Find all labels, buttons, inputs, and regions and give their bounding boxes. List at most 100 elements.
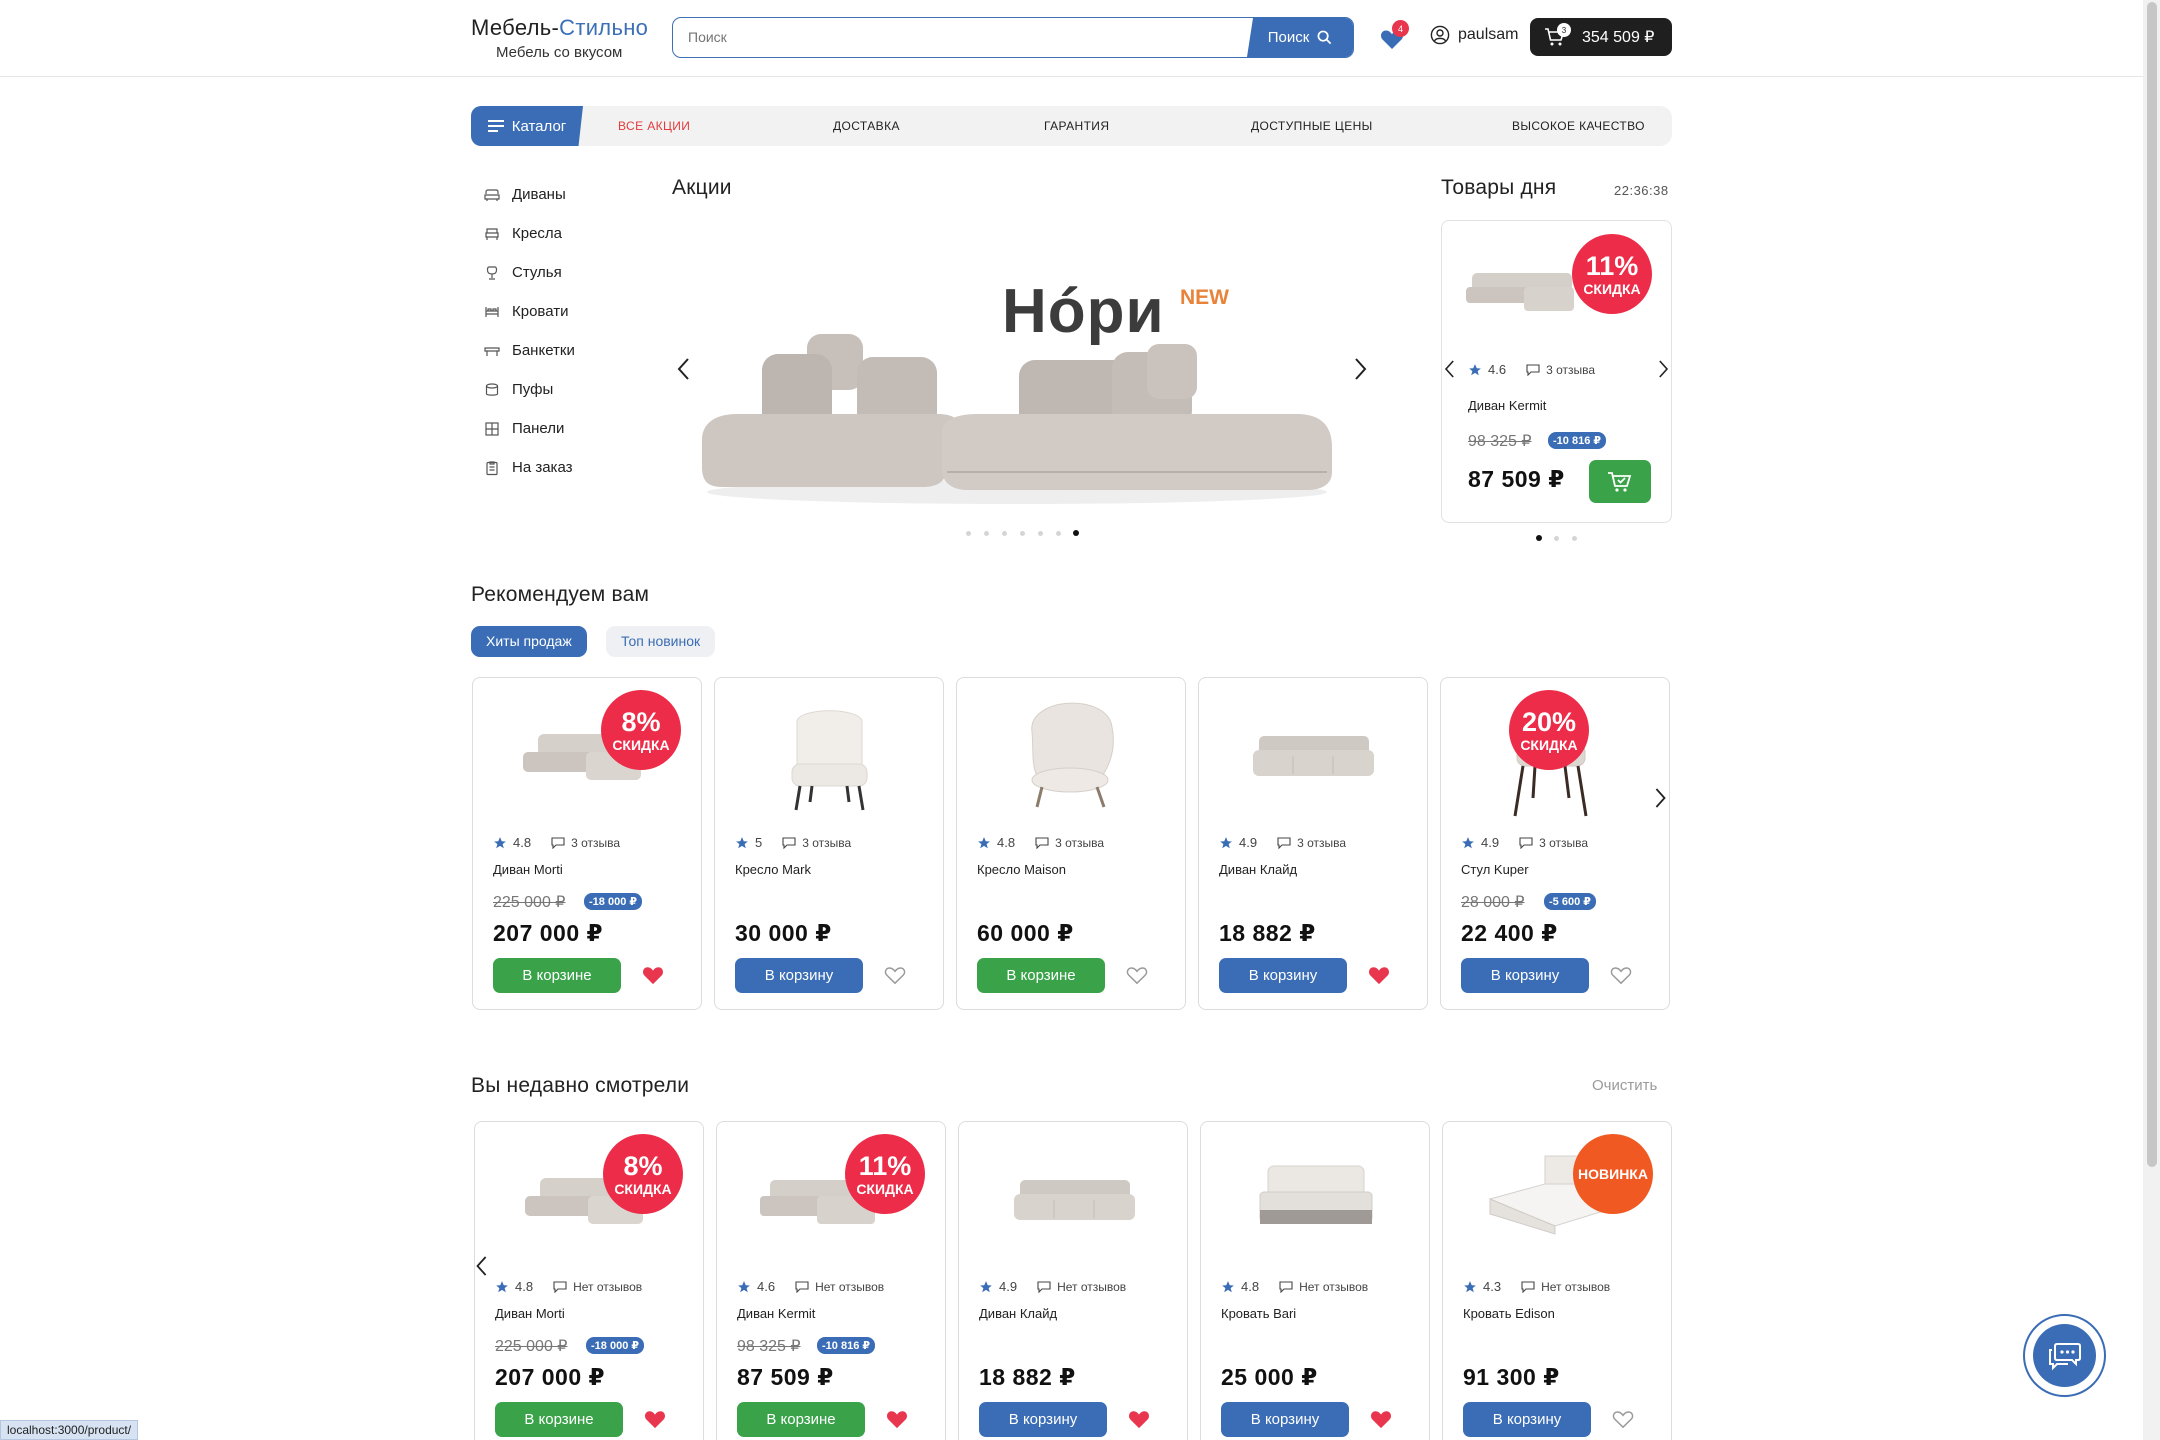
product-name[interactable]: Кресло Maison: [977, 862, 1066, 877]
product-name[interactable]: Диван Kermit: [737, 1306, 815, 1321]
add-to-cart-button[interactable]: В корзину: [735, 958, 863, 993]
add-to-cart-button[interactable]: В корзину: [1219, 958, 1347, 993]
product-card[interactable]: 4.9 3 отзыва Диван Клайд 18 882 ₽ В корзи…: [1198, 677, 1428, 1010]
add-to-cart-button[interactable]: В корзину: [1221, 1402, 1349, 1437]
favorites-button[interactable]: 4: [1380, 20, 1409, 50]
logo-accent-text: Стильно: [559, 15, 649, 40]
heart-filled-icon[interactable]: [886, 1409, 908, 1429]
product-name[interactable]: Кровать Edison: [1463, 1306, 1555, 1321]
nav-all-promos[interactable]: ВСЕ АКЦИИ: [618, 106, 690, 146]
nav-high-quality[interactable]: ВЫСОКОЕ КАЧЕСТВО: [1512, 106, 1645, 146]
carousel-dot[interactable]: [1002, 531, 1007, 536]
cart-count-badge: 3: [1557, 23, 1571, 37]
add-to-cart-button[interactable]: В корзину: [1463, 1402, 1591, 1437]
heart-filled-icon[interactable]: [644, 1409, 666, 1429]
chat-button[interactable]: [2023, 1314, 2106, 1397]
heart-filled-icon[interactable]: [1368, 965, 1390, 985]
sidebar-label: На заказ: [512, 459, 573, 476]
reviews-count: Нет отзывов: [1299, 1279, 1369, 1294]
product-card[interactable]: 5 3 отзыва Кресло Mark 30 000 ₽ В корзину: [714, 677, 944, 1010]
carousel-dot[interactable]: [1020, 531, 1025, 536]
scrollbar-thumb[interactable]: [2147, 2, 2157, 1167]
cart-button[interactable]: 3 354 509 ₽: [1530, 18, 1672, 56]
clear-history-link[interactable]: Очистить: [1592, 1077, 1657, 1094]
chevron-right-icon[interactable]: [1655, 358, 1671, 380]
product-name[interactable]: Диван Morti: [495, 1306, 565, 1321]
search-bar: Поиск: [672, 17, 1354, 58]
recent-title: Вы недавно смотрели: [471, 1074, 690, 1097]
chevron-left-icon[interactable]: [1442, 358, 1458, 380]
product-card[interactable]: НОВИНКА 4.3 Нет отзывов Кровать Edison 91…: [1442, 1121, 1672, 1440]
carousel-dot[interactable]: [1056, 531, 1061, 536]
day-product-card[interactable]: 11% СКИДКА 4.6 3 отзыва Диван Kermit 98 …: [1441, 220, 1672, 523]
product-name[interactable]: Кресло Mark: [735, 862, 811, 877]
heart-filled-icon[interactable]: [642, 965, 664, 985]
carousel-dot[interactable]: [1038, 531, 1043, 536]
discount-percent: 11%: [858, 1150, 912, 1181]
chevron-left-icon[interactable]: [674, 357, 694, 381]
add-to-cart-button[interactable]: В корзину: [979, 1402, 1107, 1437]
day-carousel-dot[interactable]: [1572, 536, 1577, 541]
product-name[interactable]: Диван Kermit: [1468, 398, 1546, 413]
add-to-cart-button[interactable]: [1589, 460, 1651, 503]
chevron-right-icon[interactable]: [1651, 786, 1669, 810]
heart-outline-icon[interactable]: [1610, 965, 1632, 985]
product-card[interactable]: 11% СКИДКА 4.6 Нет отзывов Диван Kermit 98…: [716, 1121, 946, 1440]
sidebar-item-sofas[interactable]: Диваны: [484, 186, 566, 203]
discount-percent: 8%: [621, 706, 661, 737]
chevron-right-icon[interactable]: [1350, 357, 1370, 381]
user-menu[interactable]: paulsam: [1430, 25, 1518, 45]
product-card[interactable]: 4.8 3 отзыва Кресло Maison 60 000 ₽ В кор…: [956, 677, 1186, 1010]
add-to-cart-button[interactable]: В корзину: [1461, 958, 1589, 993]
product-card[interactable]: 8% СКИДКА 4.8 Нет отзывов Диван Morti 225 …: [474, 1121, 704, 1440]
sidebar-item-benches[interactable]: Банкетки: [484, 342, 575, 359]
heart-outline-icon[interactable]: [1612, 1409, 1634, 1429]
heart-outline-icon[interactable]: [1126, 965, 1148, 985]
product-card[interactable]: 4.8 Нет отзывов Кровать Bari 25 000 ₽ В к…: [1200, 1121, 1430, 1440]
sidebar-item-custom-order[interactable]: На заказ: [484, 459, 573, 476]
sidebar-item-armchairs[interactable]: Кресла: [484, 225, 562, 242]
reviews-count: 3 отзыва: [1546, 362, 1596, 377]
nav-delivery[interactable]: ДОСТАВКА: [833, 106, 900, 146]
sidebar-item-panels[interactable]: Панели: [484, 420, 564, 437]
in-cart-button[interactable]: В корзине: [493, 958, 621, 993]
sidebar-label: Банкетки: [512, 342, 575, 359]
sidebar-item-poufs[interactable]: Пуфы: [484, 381, 553, 398]
product-card[interactable]: 4.9 Нет отзывов Диван Клайд 18 882 ₽ В ко…: [958, 1121, 1188, 1440]
sidebar-item-beds[interactable]: Кровати: [484, 303, 568, 320]
search-button[interactable]: Поиск: [1247, 18, 1353, 57]
day-carousel-dot[interactable]: [1554, 536, 1559, 541]
tab-bestsellers[interactable]: Хиты продаж: [471, 626, 587, 657]
day-carousel-dot-active[interactable]: [1536, 535, 1542, 541]
rating-value: 4.8: [1241, 1279, 1260, 1294]
in-cart-button[interactable]: В корзине: [495, 1402, 623, 1437]
product-name[interactable]: Диван Morti: [493, 862, 563, 877]
heart-outline-icon[interactable]: [884, 965, 906, 985]
product-name[interactable]: Диван Клайд: [979, 1306, 1057, 1321]
old-price: 225 000 ₽: [495, 1338, 568, 1355]
product-price: 87 509 ₽: [1468, 466, 1565, 492]
discount-badge: 11% СКИДКА: [845, 1134, 925, 1214]
catalog-button[interactable]: Каталог: [471, 106, 583, 146]
reviews-count: 3 отзыва: [1539, 835, 1589, 850]
product-name[interactable]: Стул Kuper: [1461, 862, 1529, 877]
heart-filled-icon[interactable]: [1370, 1409, 1392, 1429]
nav-warranty[interactable]: ГАРАНТИЯ: [1044, 106, 1109, 146]
product-card[interactable]: 20% СКИДКА 4.9 3 отзыва Стул Kuper 28 000 …: [1440, 677, 1670, 1010]
in-cart-button[interactable]: В корзине: [977, 958, 1105, 993]
carousel-dot[interactable]: [984, 531, 989, 536]
product-name[interactable]: Кровать Bari: [1221, 1306, 1296, 1321]
heart-filled-icon[interactable]: [1128, 1409, 1150, 1429]
carousel-dot[interactable]: [966, 531, 971, 536]
logo[interactable]: Мебель-Стильно: [471, 15, 648, 41]
product-card[interactable]: 8% СКИДКА 4.8 3 отзыва Диван Morti 225 000…: [472, 677, 702, 1010]
star-icon: [980, 1280, 992, 1292]
tab-top-new[interactable]: Топ новинок: [606, 626, 716, 657]
nav-affordable-prices[interactable]: ДОСТУПНЫЕ ЦЕНЫ: [1251, 106, 1373, 146]
search-input[interactable]: [673, 18, 1243, 56]
product-name[interactable]: Диван Клайд: [1219, 862, 1297, 877]
carousel-dot-active[interactable]: [1073, 530, 1079, 536]
chevron-left-icon[interactable]: [473, 1254, 491, 1278]
in-cart-button[interactable]: В корзине: [737, 1402, 865, 1437]
sidebar-item-chairs[interactable]: Стулья: [484, 264, 562, 281]
